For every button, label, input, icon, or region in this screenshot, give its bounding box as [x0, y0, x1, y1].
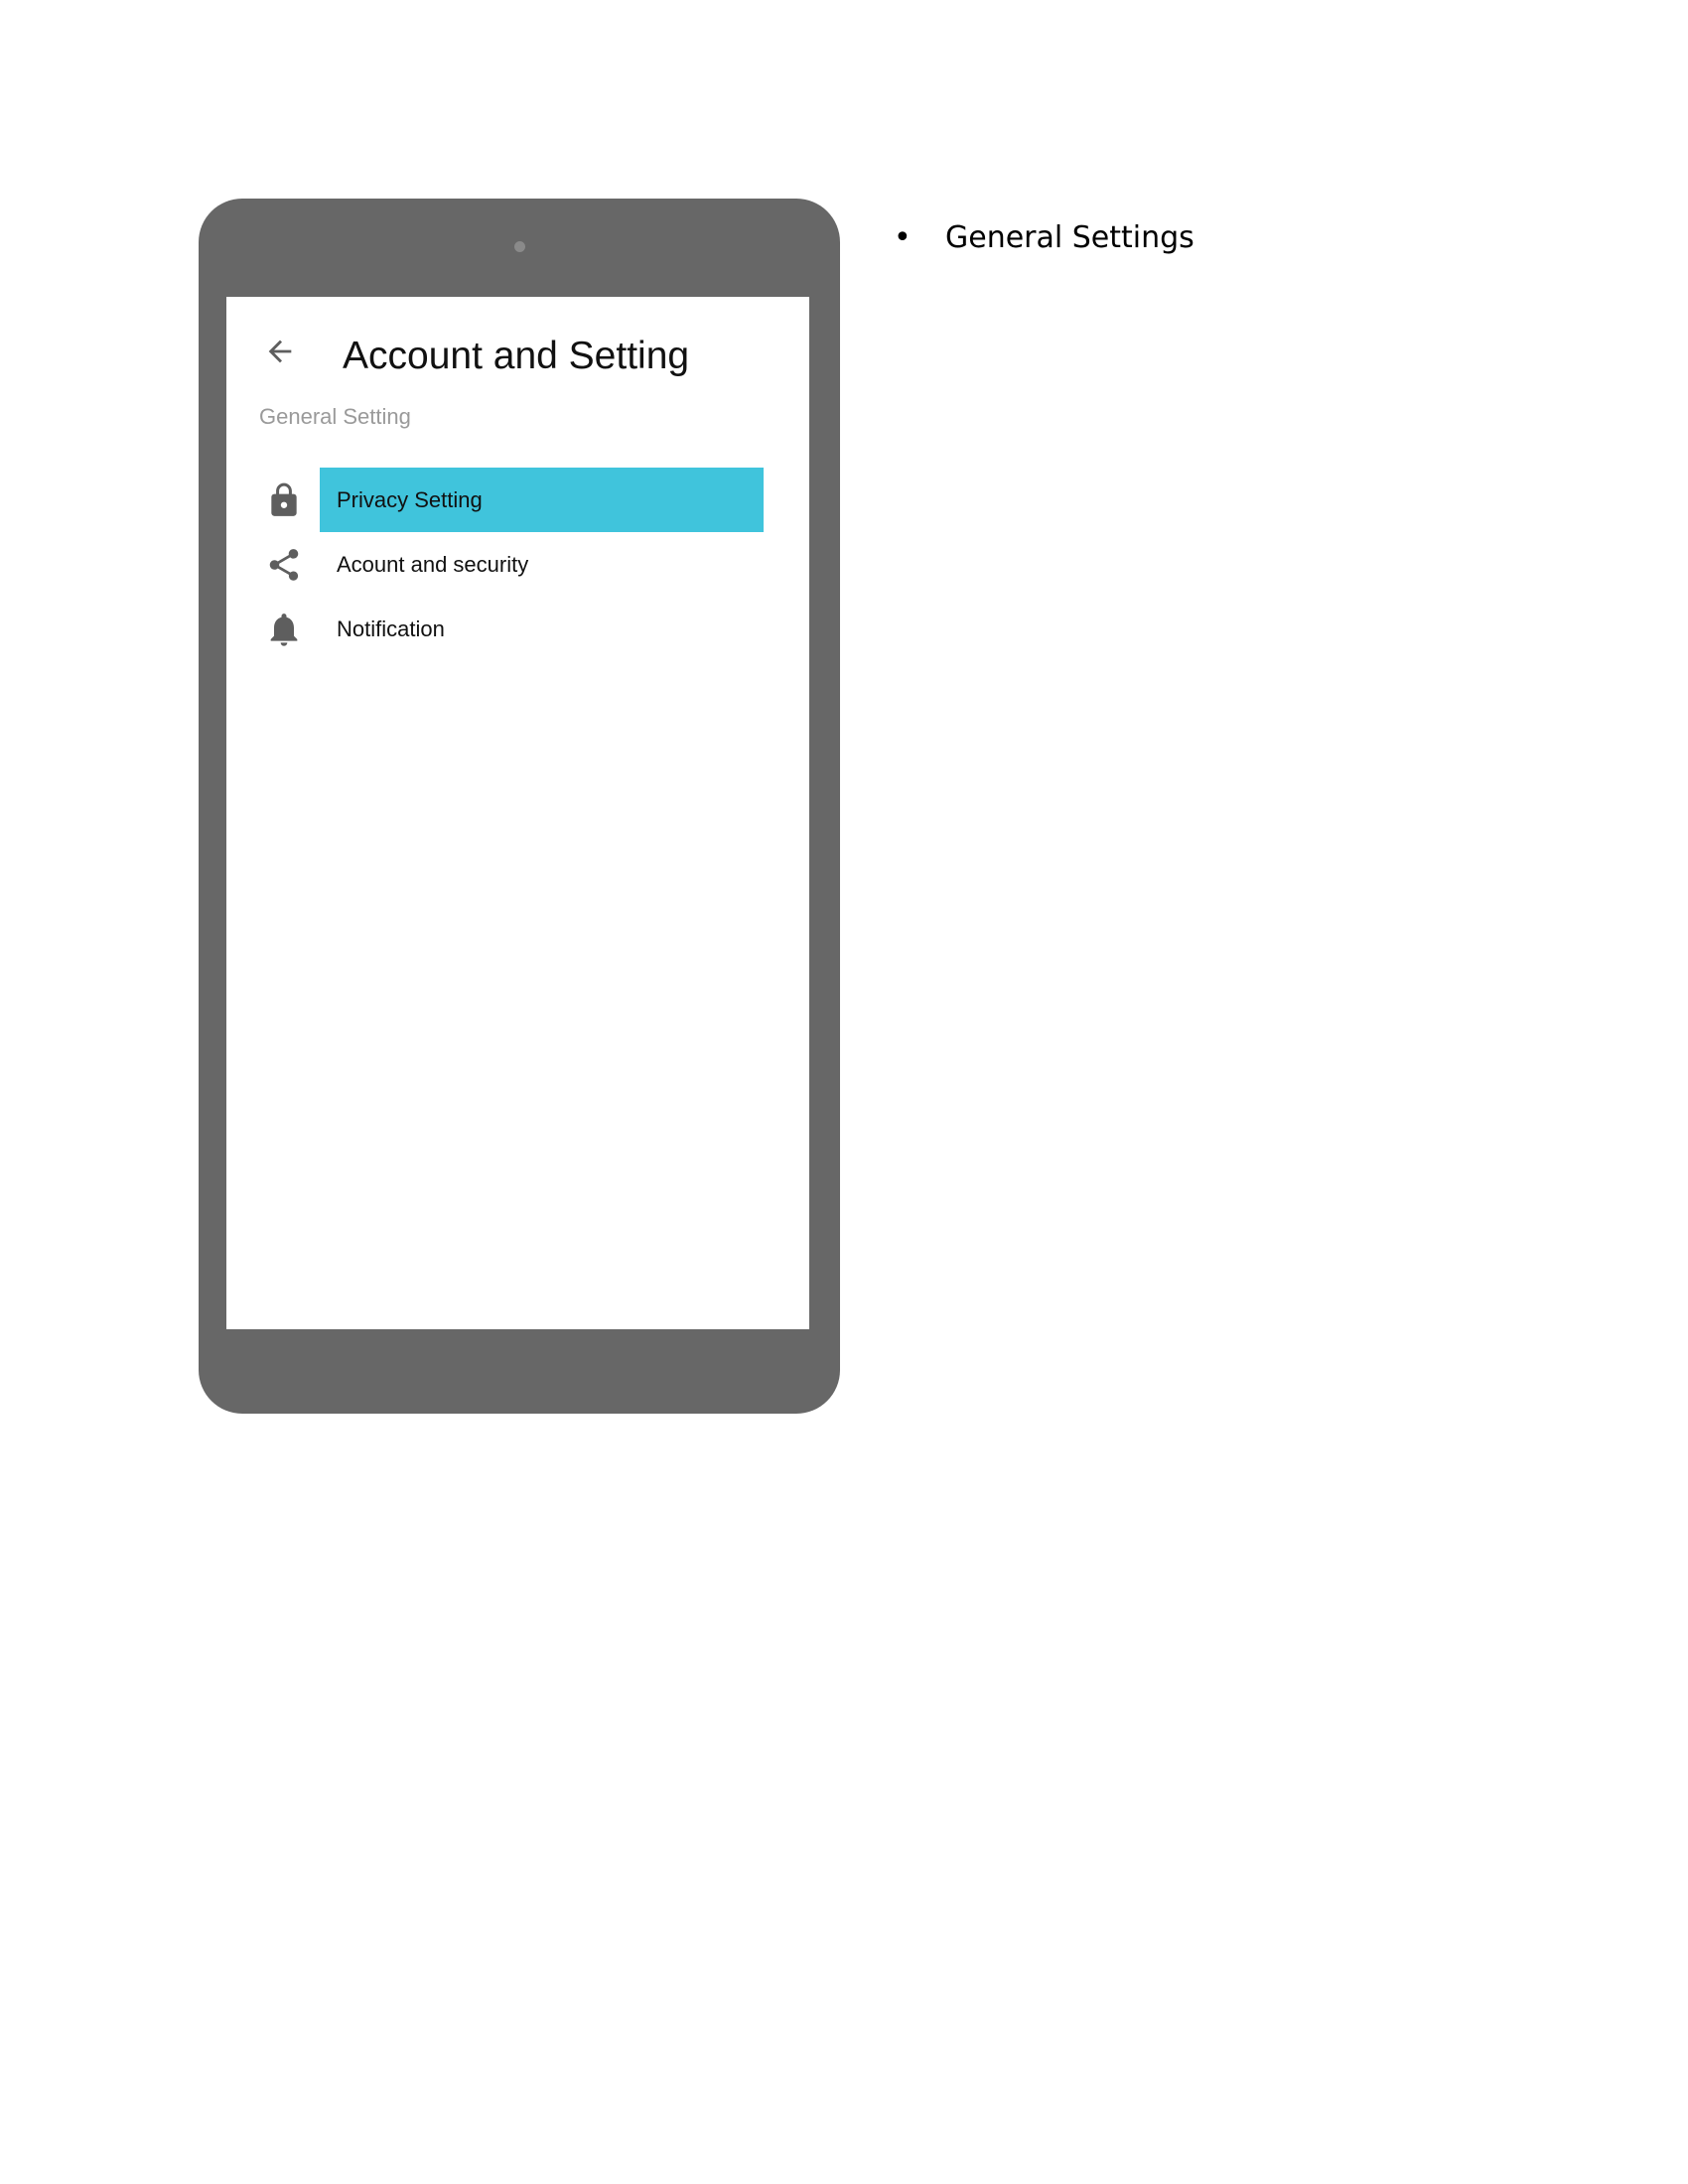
- lock-icon: [259, 468, 309, 532]
- arrow-back-icon: [268, 340, 292, 363]
- menu-item-account-security[interactable]: Acount and security: [259, 532, 775, 597]
- menu-item-notification[interactable]: Notification: [259, 597, 775, 661]
- share-icon: [259, 532, 309, 597]
- annotation-bullet-item: • General Settings: [894, 220, 1195, 255]
- page-title: Account and Setting: [343, 335, 690, 377]
- menu-item-row: Notification: [320, 597, 764, 661]
- bell-icon: [259, 597, 309, 661]
- menu-item-row: Acount and security: [320, 532, 764, 597]
- tablet-device-frame: Account and Setting General Setting Priv…: [199, 199, 840, 1414]
- menu-item-highlight: Privacy Setting: [320, 468, 764, 532]
- annotation-text: General Settings: [945, 220, 1195, 255]
- section-label: General Setting: [259, 404, 411, 429]
- menu-item-privacy-setting[interactable]: Privacy Setting: [259, 468, 775, 532]
- back-button[interactable]: [259, 331, 301, 372]
- bullet-marker: •: [894, 220, 912, 255]
- app-screen: Account and Setting General Setting Priv…: [226, 297, 809, 1329]
- menu-item-label: Privacy Setting: [337, 487, 483, 512]
- menu-item-label: Acount and security: [337, 552, 529, 577]
- camera-dot: [514, 241, 525, 252]
- menu-item-label: Notification: [337, 616, 445, 641]
